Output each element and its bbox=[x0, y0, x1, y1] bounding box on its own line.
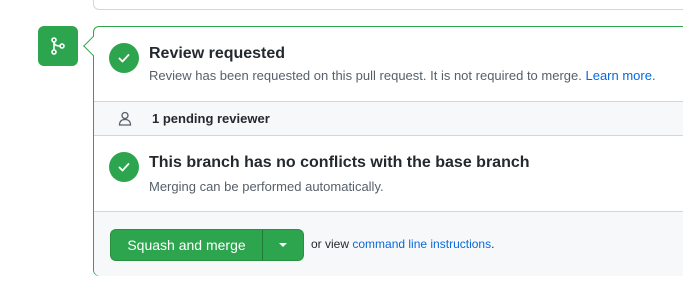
check-icon bbox=[109, 152, 139, 182]
command-line-instructions-link[interactable]: command line instructions bbox=[352, 237, 491, 251]
git-merge-icon bbox=[38, 26, 78, 66]
caret-down-icon bbox=[279, 243, 287, 247]
period-text: . bbox=[491, 237, 495, 251]
person-icon bbox=[118, 111, 132, 131]
merge-actions: Squash and merge or view command line in… bbox=[94, 212, 683, 276]
review-requested-title: Review requested bbox=[149, 45, 286, 62]
pending-reviewer-count: 1 pending reviewer bbox=[152, 111, 270, 126]
check-icon bbox=[109, 43, 139, 73]
review-description-text: Review has been requested on this pull r… bbox=[149, 68, 582, 83]
no-conflicts-section: This branch has no conflicts with the ba… bbox=[94, 136, 683, 212]
pending-reviewers-row[interactable]: 1 pending reviewer bbox=[94, 101, 683, 136]
previous-timeline-box bbox=[93, 0, 683, 10]
no-conflicts-title: This branch has no conflicts with the ba… bbox=[149, 154, 530, 171]
no-conflicts-description: Merging can be performed automatically. bbox=[149, 179, 384, 194]
merge-method-dropdown-button[interactable] bbox=[262, 229, 304, 261]
learn-more-link[interactable]: Learn more. bbox=[585, 68, 655, 83]
squash-and-merge-button[interactable]: Squash and merge bbox=[110, 229, 262, 261]
or-view-text: or view bbox=[311, 237, 350, 251]
command-line-hint: or view command line instructions. bbox=[311, 237, 494, 251]
review-requested-description: Review has been requested on this pull r… bbox=[149, 68, 656, 83]
review-requested-section: Review requested Review has been request… bbox=[94, 27, 683, 101]
merge-box: Review requested Review has been request… bbox=[83, 26, 683, 276]
merge-button-group: Squash and merge bbox=[110, 229, 304, 261]
